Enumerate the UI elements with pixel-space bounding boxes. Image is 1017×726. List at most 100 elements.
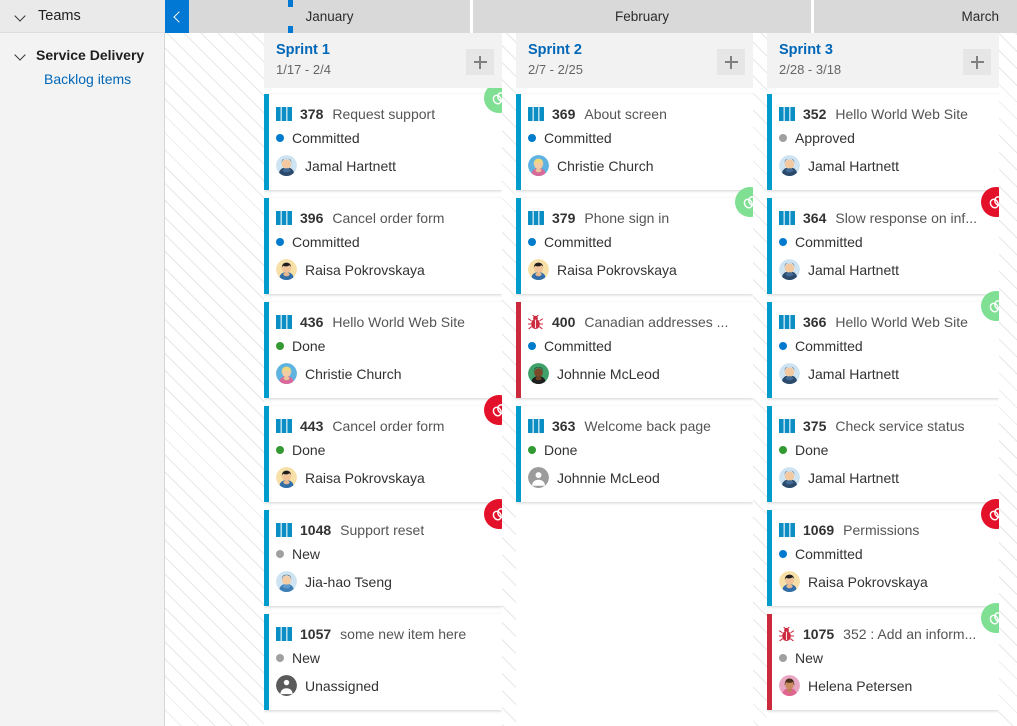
work-item-title: Welcome back page	[584, 418, 711, 434]
card-title-row: 369About screen	[528, 106, 743, 122]
work-item-card[interactable]: 1075352 : Add an inform...NewHelena Pete…	[767, 614, 999, 710]
sprint-boundary-tick	[288, 0, 293, 7]
work-item-card[interactable]: 369About screen Committed Christie Church	[516, 94, 753, 190]
avatar	[528, 259, 549, 280]
work-item-id: 366	[803, 314, 826, 330]
work-item-title: Check service status	[835, 418, 964, 434]
sprint-title[interactable]: Sprint 1	[276, 41, 490, 60]
avatar	[276, 675, 297, 696]
team-name-label: Service Delivery	[36, 47, 144, 63]
add-work-item-button[interactable]	[717, 49, 745, 75]
card-title-row: 366 Hello World Web Site	[779, 314, 989, 330]
status-dot	[779, 550, 787, 558]
work-item-card[interactable]: 379Phone sign inCommittedRaisa Pokrovska…	[516, 198, 753, 294]
story-book-icon	[276, 419, 292, 433]
teams-label: Teams	[38, 8, 81, 24]
card-title-row: 1048Support reset	[276, 522, 492, 538]
card-title-row: 1069Permissions	[779, 522, 989, 538]
avatar	[276, 363, 297, 384]
sprint-dates: 1/17 - 2/4	[276, 60, 490, 79]
card-status-row: Committed	[528, 234, 743, 250]
sprint-boundary-tick	[288, 26, 293, 33]
work-item-card[interactable]: 352Hello World Web SiteApprovedJamal Har…	[767, 94, 999, 190]
work-item-card[interactable]: 436Hello World Web SiteDoneChristie Chur…	[264, 302, 502, 398]
sprint-title[interactable]: Sprint 3	[779, 41, 987, 60]
story-book-icon	[779, 419, 795, 433]
assignee-name: Jia-hao Tseng	[305, 574, 392, 590]
story-book-icon	[528, 419, 544, 433]
work-item-card[interactable]: 366Hello World Web SiteCommittedJamal Ha…	[767, 302, 999, 398]
work-item-title: About screen	[584, 106, 667, 122]
work-item-title: Canadian addresses ...	[584, 314, 728, 330]
sprint-title[interactable]: Sprint 2	[528, 41, 741, 60]
work-item-card[interactable]: 443Cancel order formDoneRaisa Pokrovskay…	[264, 406, 502, 502]
card-status-row: Done	[276, 442, 492, 458]
card-assignee-row: Jamal Hartnett	[779, 467, 989, 488]
work-item-title: Hello World Web Site	[835, 314, 968, 330]
card-list: 369About screenCommittedChristie Church3…	[516, 88, 753, 726]
assignee-name: Jamal Hartnett	[305, 158, 396, 174]
work-item-title: Hello World Web Site	[332, 314, 465, 330]
card-list: 378Request support Committed Jamal Hartnet…	[264, 88, 502, 726]
work-item-card[interactable]: 363Welcome back pageDoneJohnnie McLeod	[516, 406, 753, 502]
story-book-icon	[779, 107, 795, 121]
work-item-id: 400	[552, 314, 575, 330]
card-status-row: New	[276, 546, 492, 562]
work-item-title: Cancel order form	[332, 210, 444, 226]
work-item-title: some new item here	[340, 626, 466, 642]
work-item-card[interactable]: 1048Support reset New Jia-hao Tseng	[264, 510, 502, 606]
status-label: Done	[795, 442, 828, 458]
assignee-name: Helena Petersen	[808, 678, 912, 694]
card-status-row: Committed	[779, 546, 989, 562]
work-item-card[interactable]: 396Cancel order formCommittedRaisa Pokro…	[264, 198, 502, 294]
status-label: New	[292, 650, 320, 666]
sprint-header: Sprint 2 2/7 - 2/25	[516, 33, 753, 88]
status-dot	[779, 134, 787, 142]
assignee-name: Christie Church	[305, 366, 401, 382]
work-item-id: 352	[803, 106, 826, 122]
month-march: March	[814, 0, 1017, 33]
sprint-board-app: Teams January February March Service Del…	[0, 0, 1017, 726]
card-status-row: Committed	[528, 338, 743, 354]
work-item-id: 364	[803, 210, 826, 226]
sidebar-item-service-delivery[interactable]: Service Delivery	[0, 47, 164, 63]
add-work-item-button[interactable]	[466, 49, 494, 75]
work-item-id: 363	[552, 418, 575, 434]
status-label: Committed	[544, 234, 612, 250]
assignee-name: Raisa Pokrovskaya	[557, 262, 677, 278]
work-item-id: 1057	[300, 626, 331, 642]
card-status-row: Committed	[779, 234, 989, 250]
work-item-id: 396	[300, 210, 323, 226]
story-book-icon	[779, 315, 795, 329]
work-item-card[interactable]: 378Request supportCommittedJamal Hartnet…	[264, 94, 502, 190]
status-dot	[779, 342, 787, 350]
avatar	[276, 467, 297, 488]
card-title-row: 363 Welcome back page	[528, 418, 743, 434]
work-item-card[interactable]: 400Canadian addresses ...CommittedJohnni…	[516, 302, 753, 398]
card-title-row: 1057 some new item here	[276, 626, 492, 642]
work-item-card[interactable]: 1057some new item hereNewUnassigned	[264, 614, 502, 710]
assignee-name: Jamal Hartnett	[808, 262, 899, 278]
status-label: Committed	[544, 130, 612, 146]
month-january: January	[189, 0, 470, 33]
sidebar-item-backlog-items[interactable]: Backlog items	[0, 71, 164, 87]
work-item-card[interactable]: 1069PermissionsCommittedRaisa Pokrovskay…	[767, 510, 999, 606]
work-item-title: Support reset	[340, 522, 424, 538]
add-work-item-button[interactable]	[963, 49, 991, 75]
status-label: Done	[292, 338, 325, 354]
sprint-column: Sprint 1 1/17 - 2/4 378Request support Co…	[264, 33, 502, 726]
assignee-name: Christie Church	[557, 158, 653, 174]
work-item-card[interactable]: 364 Slow response on inf... Committed Jamal…	[767, 198, 999, 294]
status-label: Committed	[292, 234, 360, 250]
story-book-icon	[276, 107, 292, 121]
assignee-name: Raisa Pokrovskaya	[305, 470, 425, 486]
work-item-title: Slow response on inf...	[835, 210, 977, 226]
work-item-card[interactable]: 375Check service statusDoneJamal Hartnet…	[767, 406, 999, 502]
avatar	[779, 571, 800, 592]
status-dot	[276, 238, 284, 246]
card-title-row: 378Request support	[276, 106, 492, 122]
teams-header[interactable]: Teams	[0, 0, 165, 33]
card-title-row: 364 Slow response on inf...	[779, 210, 989, 226]
story-book-icon	[276, 523, 292, 537]
timeline-back-button[interactable]	[165, 0, 189, 33]
